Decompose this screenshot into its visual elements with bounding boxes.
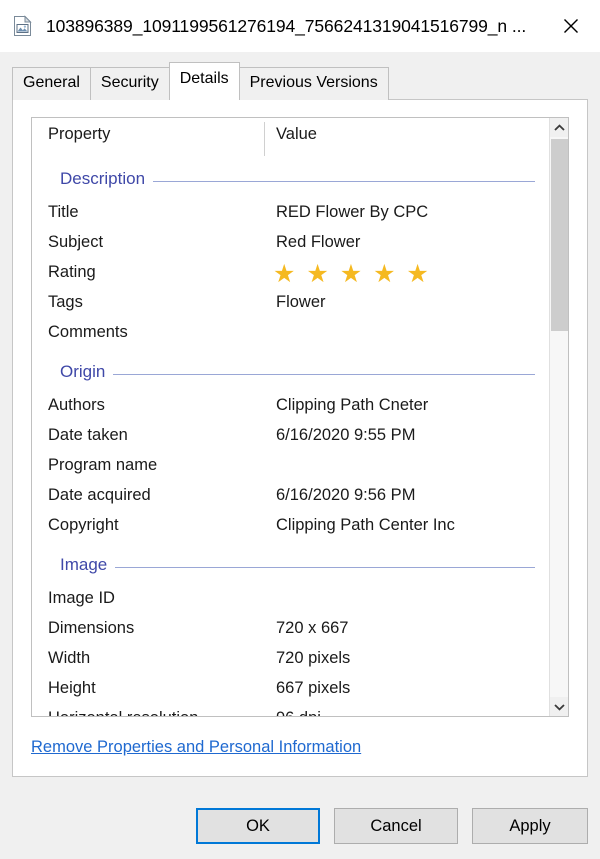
chevron-up-icon — [554, 124, 565, 132]
property-list[interactable]: Property Value Description Title RED Flo… — [31, 117, 569, 717]
ok-button[interactable]: OK — [196, 808, 320, 844]
row-label-dimensions: Dimensions — [48, 619, 134, 638]
table-row[interactable]: Height 667 pixels — [32, 679, 549, 709]
section-rule — [60, 567, 535, 568]
scrollbar-track[interactable] — [550, 137, 569, 697]
row-value-title: RED Flower By CPC — [276, 203, 428, 222]
section-title-image: Image — [60, 555, 115, 575]
tab-strip: General Security Details Previous Versio… — [12, 64, 388, 100]
row-label-tags: Tags — [48, 293, 83, 312]
section-title-description: Description — [60, 169, 153, 189]
column-header-property: Property — [48, 125, 110, 144]
section-rule — [60, 374, 535, 375]
chevron-down-icon — [554, 703, 565, 711]
row-label-width: Width — [48, 649, 90, 668]
row-value-horizontal-resolution: 96 dpi — [276, 709, 321, 717]
row-label-horizontal-resolution: Horizontal resolution — [48, 709, 198, 717]
scroll-up-button[interactable] — [550, 118, 569, 137]
apply-button[interactable]: Apply — [472, 808, 588, 844]
close-icon — [561, 16, 581, 36]
table-row[interactable]: Tags Flower — [32, 293, 549, 323]
details-tab-panel: Property Value Description Title RED Flo… — [12, 99, 588, 777]
vertical-scrollbar[interactable] — [549, 118, 568, 716]
row-value-subject: Red Flower — [276, 233, 360, 252]
row-label-comments: Comments — [48, 323, 128, 342]
row-label-rating: Rating — [48, 263, 96, 282]
row-value-date-taken: 6/16/2020 9:55 PM — [276, 426, 415, 445]
table-row[interactable]: Image ID — [32, 589, 549, 619]
row-value-date-acquired: 6/16/2020 9:56 PM — [276, 486, 415, 505]
remove-properties-link[interactable]: Remove Properties and Personal Informati… — [31, 738, 361, 757]
image-file-icon — [12, 15, 34, 37]
table-row[interactable]: Authors Clipping Path Cneter — [32, 396, 549, 426]
row-value-authors: Clipping Path Cneter — [276, 396, 428, 415]
close-button[interactable] — [548, 6, 594, 46]
row-label-authors: Authors — [48, 396, 105, 415]
table-row[interactable]: Title RED Flower By CPC — [32, 203, 549, 233]
row-value-height: 667 pixels — [276, 679, 350, 698]
tab-details[interactable]: Details — [169, 62, 240, 100]
tab-previous-versions[interactable]: Previous Versions — [239, 67, 389, 100]
table-row[interactable]: Date taken 6/16/2020 9:55 PM — [32, 426, 549, 456]
tab-general[interactable]: General — [12, 67, 91, 100]
table-row[interactable]: Dimensions 720 x 667 — [32, 619, 549, 649]
row-label-date-taken: Date taken — [48, 426, 128, 445]
table-row[interactable]: Comments — [32, 323, 549, 353]
table-row[interactable]: Copyright Clipping Path Center Inc — [32, 516, 549, 546]
table-row[interactable]: Date acquired 6/16/2020 9:56 PM — [32, 486, 549, 516]
cancel-button[interactable]: Cancel — [334, 808, 458, 844]
title-bar: 103896389_1091199561276194_7566241319041… — [0, 0, 600, 52]
table-row[interactable]: Width 720 pixels — [32, 649, 549, 679]
table-row[interactable]: Program name — [32, 456, 549, 486]
property-list-content: Property Value Description Title RED Flo… — [32, 118, 549, 716]
tab-security[interactable]: Security — [90, 67, 170, 100]
section-title-origin: Origin — [60, 362, 113, 382]
row-label-date-acquired: Date acquired — [48, 486, 151, 505]
rating-stars[interactable]: ★ ★ ★ ★ ★ — [273, 260, 431, 288]
row-label-subject: Subject — [48, 233, 103, 252]
row-value-width: 720 pixels — [276, 649, 350, 668]
row-label-height: Height — [48, 679, 96, 698]
table-row[interactable]: Subject Red Flower — [32, 233, 549, 263]
window-title: 103896389_1091199561276194_7566241319041… — [46, 16, 548, 37]
table-row[interactable]: Rating ★ ★ ★ ★ ★ — [32, 263, 549, 293]
list-header-row: Property Value — [32, 125, 549, 155]
row-value-dimensions: 720 x 667 — [276, 619, 348, 638]
row-label-program-name: Program name — [48, 456, 157, 475]
column-header-value: Value — [276, 125, 317, 144]
scroll-down-button[interactable] — [550, 697, 569, 716]
row-value-copyright: Clipping Path Center Inc — [276, 516, 455, 535]
row-label-image-id: Image ID — [48, 589, 115, 608]
row-label-title: Title — [48, 203, 79, 222]
dialog-button-bar: OK Cancel Apply — [0, 808, 600, 848]
table-row[interactable]: Horizontal resolution 96 dpi — [32, 709, 549, 717]
row-value-tags: Flower — [276, 293, 326, 312]
properties-dialog: 103896389_1091199561276194_7566241319041… — [0, 0, 600, 859]
scrollbar-thumb[interactable] — [551, 139, 568, 331]
row-label-copyright: Copyright — [48, 516, 119, 535]
